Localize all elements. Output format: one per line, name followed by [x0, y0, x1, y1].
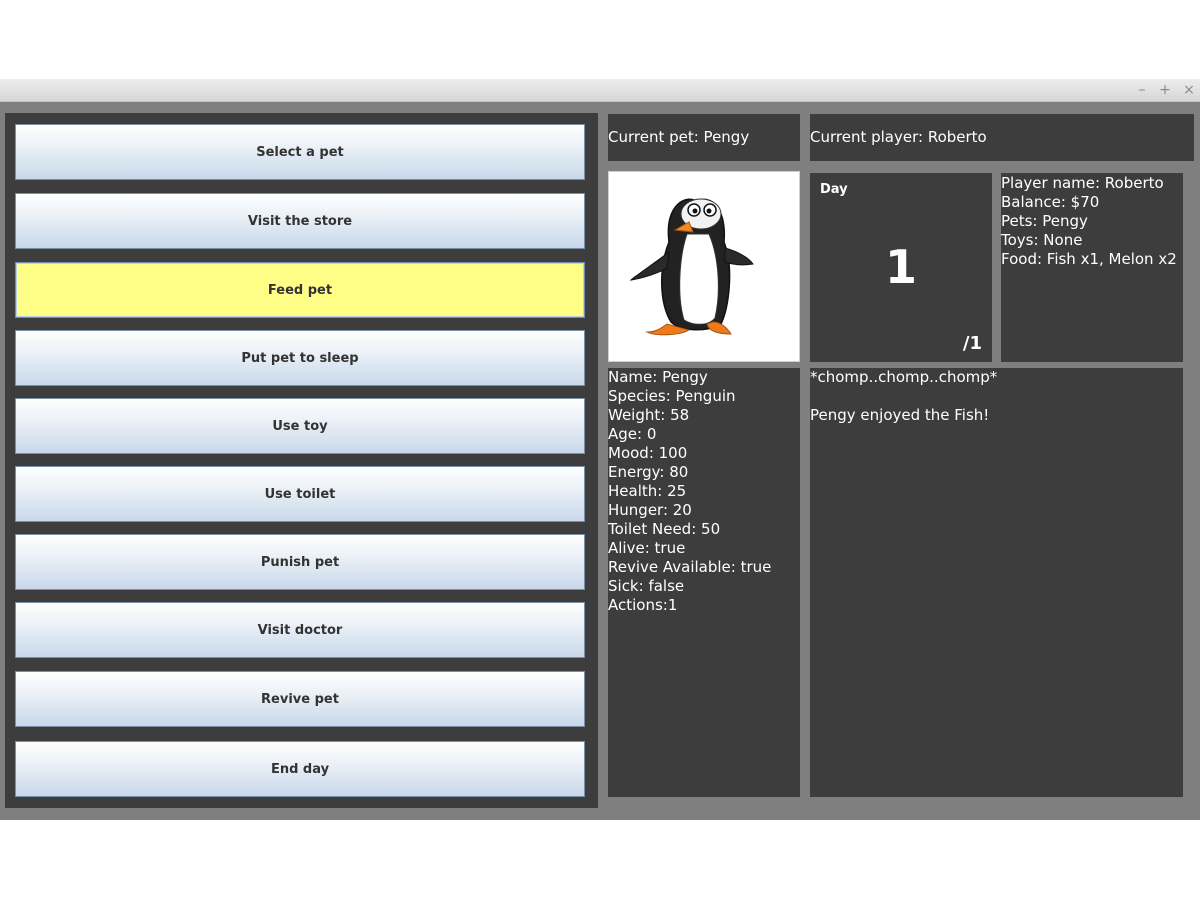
player-pets-text: Pets: Pengy — [1001, 212, 1088, 230]
pet-stat-line: Actions:1 — [608, 596, 678, 614]
player-name-text: Player name: Roberto — [1001, 174, 1164, 192]
pet-stat-line: Energy: 80 — [608, 463, 689, 481]
log-line: *chomp..chomp..chomp* — [810, 368, 998, 386]
close-icon[interactable]: × — [1181, 82, 1197, 98]
maximize-icon[interactable]: + — [1157, 82, 1173, 98]
pet-stat-line: Hunger: 20 — [608, 501, 692, 519]
punish-pet-button[interactable]: Punish pet — [15, 534, 585, 590]
pet-stat-line: Mood: 100 — [608, 444, 688, 462]
pet-stat-line: Age: 0 — [608, 425, 657, 443]
day-panel: Day 1 /1 — [810, 173, 992, 362]
player-food-text: Food: Fish x1, Melon x2 — [1001, 250, 1177, 268]
penguin-image — [629, 198, 754, 336]
message-log-panel: *chomp..chomp..chomp* Pengy enjoyed the … — [810, 368, 1183, 797]
use-toilet-button[interactable]: Use toilet — [15, 466, 585, 522]
pet-stat-line: Weight: 58 — [608, 406, 690, 424]
end-day-button[interactable]: End day — [15, 741, 585, 797]
visit-doctor-button[interactable]: Visit doctor — [15, 602, 585, 658]
current-player-label: Current player: Roberto — [810, 128, 987, 146]
pet-image-panel — [608, 171, 800, 362]
use-toy-button[interactable]: Use toy — [15, 398, 585, 454]
visit-store-button[interactable]: Visit the store — [15, 193, 585, 249]
pet-stat-line: Alive: true — [608, 539, 686, 557]
day-label: Day — [820, 182, 848, 197]
app-window: Select a pet Visit the store Feed pet Pu… — [0, 102, 1200, 820]
pet-stat-line: Sick: false — [608, 577, 685, 595]
pet-stat-line: Health: 25 — [608, 482, 687, 500]
put-pet-to-sleep-button[interactable]: Put pet to sleep — [15, 330, 585, 386]
day-number: 1 — [884, 240, 917, 294]
current-pet-panel: Current pet: Pengy — [608, 114, 800, 161]
pet-stat-line: Name: Pengy — [608, 368, 708, 386]
action-button-panel: Select a pet Visit the store Feed pet Pu… — [5, 113, 598, 808]
current-pet-label: Current pet: Pengy — [608, 128, 750, 146]
pet-stats-panel: Name: Pengy Species: Penguin Weight: 58 … — [608, 368, 800, 797]
select-pet-button[interactable]: Select a pet — [15, 124, 585, 180]
pet-stat-line: Toilet Need: 50 — [608, 520, 721, 538]
feed-pet-button[interactable]: Feed pet — [15, 262, 585, 318]
window-titlebar: – + × — [0, 79, 1200, 102]
player-balance-text: Balance: $70 — [1001, 193, 1100, 211]
minimize-icon[interactable]: – — [1134, 82, 1150, 98]
day-total: /1 — [962, 333, 982, 354]
pet-stat-line: Revive Available: true — [608, 558, 772, 576]
pet-stat-line: Species: Penguin — [608, 387, 736, 405]
player-toys-text: Toys: None — [1001, 231, 1083, 249]
log-line: Pengy enjoyed the Fish! — [810, 406, 990, 424]
player-info-panel: Player name: Roberto Balance: $70 Pets: … — [1001, 173, 1183, 362]
revive-pet-button[interactable]: Revive pet — [15, 671, 585, 727]
current-player-panel: Current player: Roberto — [810, 114, 1194, 161]
